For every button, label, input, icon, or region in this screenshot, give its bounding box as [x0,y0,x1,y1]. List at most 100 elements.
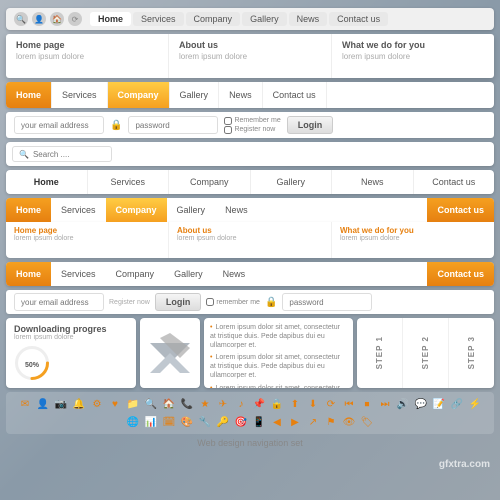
nav6-gallery[interactable]: Gallery [164,262,213,286]
email-input[interactable] [14,116,104,134]
login-button-2[interactable]: Login [155,293,202,311]
email-input-2[interactable] [14,293,104,311]
icon-next[interactable]: ⏭ [377,396,393,412]
icon-star[interactable]: ★ [197,396,213,412]
text-item-3: Lorem ipsum dolor sit amet, consectetur … [210,384,347,388]
nav4-services[interactable]: Services [88,170,170,194]
icon-mail[interactable]: ✉ [17,396,33,412]
icon-note[interactable]: 📝 [431,396,447,412]
dropdown-sub-2: lorem ipsum dolore [179,52,321,61]
nav1-tab-gallery[interactable]: Gallery [242,12,287,26]
icon-palette[interactable]: 🎨 [179,414,195,430]
icon-cursor[interactable]: ↗ [305,414,321,430]
icon-music[interactable]: ♪ [233,396,249,412]
register-now-item[interactable]: Register now [224,126,280,134]
nav4-gallery[interactable]: Gallery [251,170,333,194]
nav1-tab-contact[interactable]: Contact us [329,12,388,26]
nav2-gallery[interactable]: Gallery [170,82,220,108]
nav-bar-6: Home Services Company Gallery News Conta… [6,262,494,286]
icon-up[interactable]: ⬆ [287,396,303,412]
nav4-company[interactable]: Company [169,170,251,194]
icon-lock[interactable]: 🔒 [269,396,285,412]
nav5-company[interactable]: Company [106,198,167,222]
nav1-tab-home[interactable]: Home [90,12,131,26]
nav5-gallery[interactable]: Gallery [167,198,216,222]
refresh-icon[interactable]: ⟳ [68,12,82,26]
icon-chart[interactable]: 📊 [143,414,159,430]
nav6-company[interactable]: Company [106,262,165,286]
icon-camera[interactable]: 📷 [53,396,69,412]
nav5-news[interactable]: News [215,198,258,222]
icon-wrench[interactable]: 🔧 [197,414,213,430]
login-button[interactable]: Login [287,116,334,134]
user-icon[interactable]: 👤 [32,12,46,26]
lock-icon-2: 🔒 [265,297,277,308]
icon-search[interactable]: 🔍 [143,396,159,412]
icon-home[interactable]: 🏠 [161,396,177,412]
icon-plane[interactable]: ✈ [215,396,231,412]
icon-heart[interactable]: ♥ [107,396,123,412]
remember-me-item[interactable]: Remember me [224,117,280,125]
nav2-news[interactable]: News [219,82,263,108]
remember-item-2[interactable]: remember me [206,298,260,306]
icon-key[interactable]: 🔑 [215,414,231,430]
search-input[interactable] [33,150,103,159]
icon-calendar[interactable]: 🗓 [161,414,177,430]
icon-stop[interactable]: ⏹ [359,396,375,412]
step-1: STEP 1 [357,318,403,388]
nav6-home[interactable]: Home [6,262,51,286]
icon-down[interactable]: ⬇ [305,396,321,412]
remember-checkbox[interactable] [224,117,232,125]
dropdown-sub-3: lorem ipsum dolore [342,52,484,61]
icon-tag[interactable]: 🏷 [359,414,375,430]
icon-right[interactable]: ▶ [287,414,303,430]
icon-user[interactable]: 👤 [35,396,51,412]
password-input[interactable] [128,116,218,134]
nav6-services[interactable]: Services [51,262,106,286]
nav6-news[interactable]: News [213,262,256,286]
icon-folder[interactable]: 📁 [125,396,141,412]
nav4-news[interactable]: News [332,170,414,194]
remember-checkbox-2[interactable] [206,298,214,306]
search-box: 🔍 [12,146,112,162]
icon-chat[interactable]: 💬 [413,396,429,412]
search-icon[interactable]: 🔍 [14,12,28,26]
icon-pin[interactable]: 📌 [251,396,267,412]
nav1-tab-news[interactable]: News [289,12,328,26]
icon-phone[interactable]: 📞 [179,396,195,412]
nav1-tab-services[interactable]: Services [133,12,184,26]
nav5-drop-2: About us lorem ipsum dolore [169,222,332,258]
remember-label-2: remember me [216,299,260,306]
register-link[interactable]: Register now [109,299,150,306]
nav1-tab-company[interactable]: Company [186,12,241,26]
icon-prev[interactable]: ⏮ [341,396,357,412]
icon-gear[interactable]: ⚙ [89,396,105,412]
nav6-contact[interactable]: Contact us [427,262,494,286]
icon-globe[interactable]: 🌐 [125,414,141,430]
nav5-services[interactable]: Services [51,198,106,222]
nav2-home[interactable]: Home [6,82,52,108]
nav2-services[interactable]: Services [52,82,108,108]
home-icon[interactable]: 🏠 [50,12,64,26]
icon-refresh[interactable]: ⟳ [323,396,339,412]
icon-left[interactable]: ◀ [269,414,285,430]
icon-link[interactable]: 🔗 [449,396,465,412]
nav5-drop-sub-2: lorem ipsum dolore [177,235,323,242]
icon-flag[interactable]: ⚑ [323,414,339,430]
nav4-contact[interactable]: Contact us [414,170,495,194]
nav4-home[interactable]: Home [6,170,88,194]
register-checkbox[interactable] [224,126,232,134]
nav2-company[interactable]: Company [108,82,170,108]
nav2-contact[interactable]: Contact us [263,82,327,108]
icon-lightning[interactable]: ⚡ [467,396,483,412]
nav5-home[interactable]: Home [6,198,51,222]
icon-bell[interactable]: 🔔 [71,396,87,412]
icon-vol-up[interactable]: 🔊 [395,396,411,412]
icon-target[interactable]: 🎯 [233,414,249,430]
nav5-contact[interactable]: Contact us [427,198,494,222]
icon-mobile[interactable]: 📱 [251,414,267,430]
icon-eye[interactable]: 👁 [341,414,357,430]
nav5-drop-sub-3: lorem ipsum dolore [340,235,486,242]
password-input-2[interactable] [282,293,372,311]
dropdown-title-3: What we do for you [342,40,484,50]
